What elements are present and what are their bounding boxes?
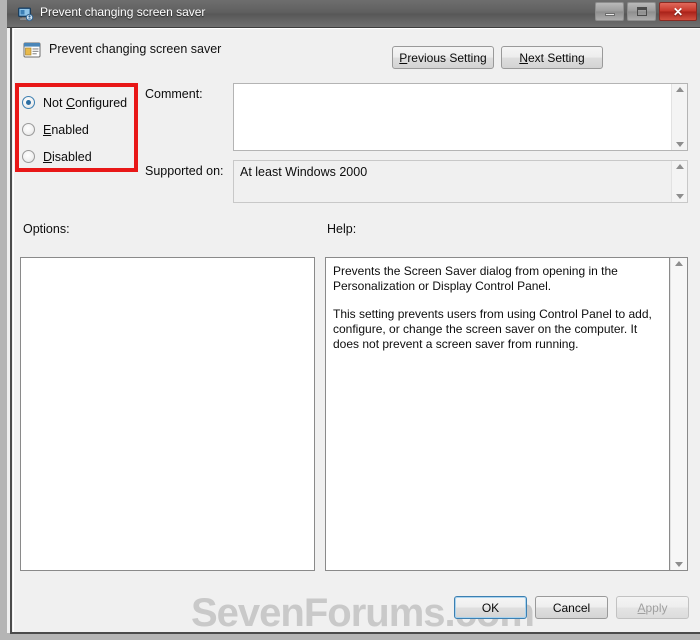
help-paragraph: This setting prevents users from using C… <box>333 307 652 351</box>
next-setting-accel: N <box>519 50 528 65</box>
window-frame-bottom-edge <box>10 632 700 634</box>
radio-not-configured[interactable]: Not Configured <box>22 89 127 116</box>
comment-textarea[interactable] <box>233 83 688 151</box>
supported-on-value: At least Windows 2000 <box>240 165 368 179</box>
apply-button: Apply <box>616 596 689 619</box>
window-frame-left-edge <box>10 28 12 634</box>
help-text[interactable]: Prevents the Screen Saver dialog from op… <box>326 258 670 570</box>
scroll-up-arrow-icon[interactable] <box>675 164 684 169</box>
radio-not-configured-accel: C <box>65 95 75 110</box>
scroll-up-arrow-icon[interactable] <box>675 261 683 266</box>
next-setting-label: ext Setting <box>527 50 585 65</box>
cancel-button-label: Cancel <box>552 600 591 615</box>
apply-button-accel: A <box>637 600 646 615</box>
previous-setting-button[interactable]: Previous Setting <box>392 46 494 69</box>
comment-value[interactable] <box>234 84 671 150</box>
maximize-restore-button[interactable] <box>627 2 656 21</box>
help-scrollbar[interactable] <box>670 258 687 570</box>
minimize-icon <box>604 13 615 16</box>
radio-disabled-accel: D <box>43 149 53 164</box>
help-label: Help: <box>327 222 357 236</box>
comment-label: Comment: <box>145 87 203 101</box>
help-paragraph: Prevents the Screen Saver dialog from op… <box>333 264 618 293</box>
title-bar[interactable]: Prevent changing screen saver ✕ <box>7 0 700 28</box>
policy-state-radio-group: Not Configured Enabled Disabled <box>22 89 127 170</box>
radio-button-icon <box>22 150 35 163</box>
radio-button-icon <box>22 96 35 109</box>
comment-scrollbar[interactable] <box>671 84 687 150</box>
previous-setting-label: revious Setting <box>407 50 487 65</box>
radio-enabled-suffix: nabled <box>51 122 89 137</box>
radio-not-configured-suffix: onfigured <box>74 95 128 110</box>
help-panel: Prevents the Screen Saver dialog from op… <box>325 257 688 571</box>
window-title: Prevent changing screen saver <box>40 5 206 19</box>
supported-on-label: Supported on: <box>145 164 224 178</box>
restore-icon <box>636 7 647 16</box>
ok-button-label: OK <box>481 600 500 615</box>
options-label: Options: <box>23 222 70 236</box>
supported-on-field: At least Windows 2000 <box>233 160 688 203</box>
radio-enabled[interactable]: Enabled <box>22 116 127 143</box>
apply-button-label: pply <box>645 600 668 615</box>
scroll-up-arrow-icon[interactable] <box>675 87 684 92</box>
options-panel[interactable] <box>20 257 315 571</box>
close-button[interactable]: ✕ <box>659 2 697 21</box>
ok-button[interactable]: OK <box>454 596 527 619</box>
radio-not-configured-prefix: Not <box>43 95 66 110</box>
policy-title: Prevent changing screen saver <box>49 42 222 56</box>
radio-disabled[interactable]: Disabled <box>22 143 127 170</box>
minimize-button[interactable] <box>595 2 624 21</box>
supported-on-scrollbar[interactable] <box>671 161 687 202</box>
group-policy-setting-window: Prevent changing screen saver ✕ Prevent … <box>0 0 700 640</box>
radio-button-icon <box>22 123 35 136</box>
cancel-button[interactable]: Cancel <box>535 596 608 619</box>
next-setting-button[interactable]: Next Setting <box>501 46 603 69</box>
scroll-down-arrow-icon[interactable] <box>675 142 684 147</box>
computer-monitor-icon <box>17 5 34 22</box>
policy-setting-icon <box>23 41 41 59</box>
close-icon: ✕ <box>672 4 684 19</box>
scroll-down-arrow-icon[interactable] <box>675 194 684 199</box>
radio-disabled-suffix: isabled <box>52 149 92 164</box>
scroll-down-arrow-icon[interactable] <box>675 562 683 567</box>
dialog-client-area: Prevent changing screen saver Previous S… <box>14 29 700 635</box>
